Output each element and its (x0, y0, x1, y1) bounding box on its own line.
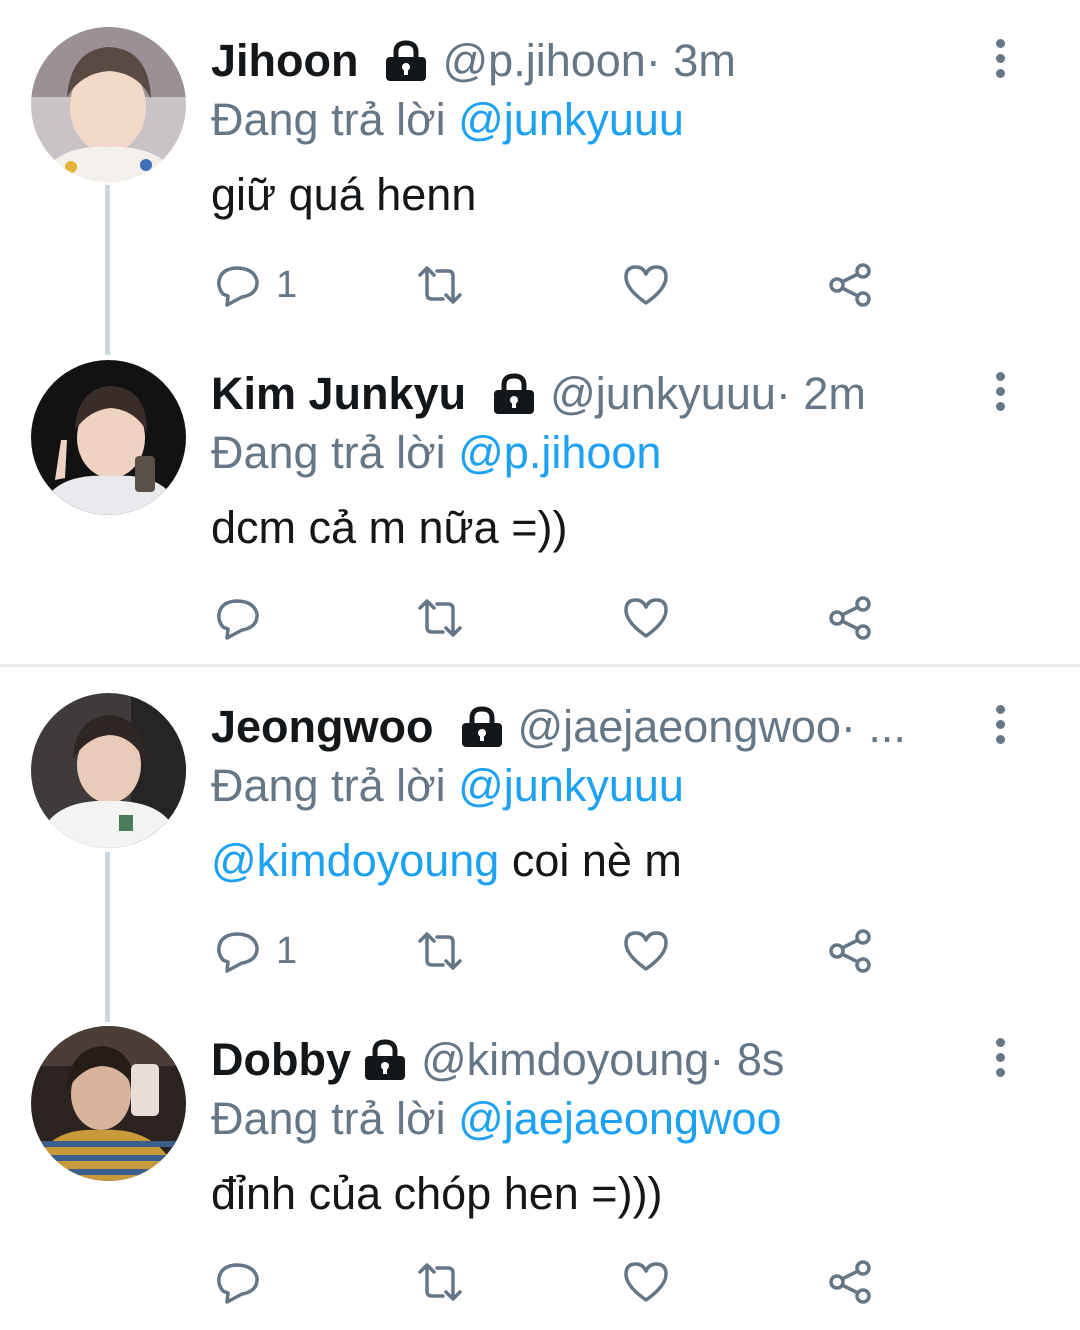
reply-to-link[interactable]: @jaejaeongwoo (458, 1093, 781, 1144)
retweet-icon (418, 1263, 462, 1301)
tweet-text: đỉnh của chóp hen =))) (211, 1168, 663, 1220)
reply-icon (217, 1263, 259, 1304)
user-handle[interactable]: @kimdoyoung (421, 1034, 709, 1086)
share-button[interactable] (826, 1252, 874, 1312)
retweet-button[interactable] (416, 1252, 464, 1312)
tweet-text-content: đỉnh của chóp hen =))) (211, 1168, 663, 1219)
like-button[interactable] (622, 1252, 670, 1312)
tweet-actions (211, 1252, 891, 1312)
replying-to-label: Đang trả lời (211, 1093, 446, 1144)
heart-icon (624, 1262, 668, 1302)
lock-icon (361, 1039, 409, 1081)
share-icon (829, 1260, 871, 1304)
display-name[interactable]: Dobby (211, 1034, 351, 1086)
tweet[interactable]: Dobby @kimdoyoung · 8s Đang trả lời @jae… (0, 0, 1080, 1330)
more-vertical-icon[interactable] (985, 1027, 1015, 1087)
reply-button[interactable] (214, 1252, 276, 1312)
timestamp: · 8s (709, 1034, 785, 1085)
avatar[interactable] (31, 1026, 186, 1181)
replying-to: Đang trả lời @jaejaeongwoo (211, 1093, 782, 1145)
